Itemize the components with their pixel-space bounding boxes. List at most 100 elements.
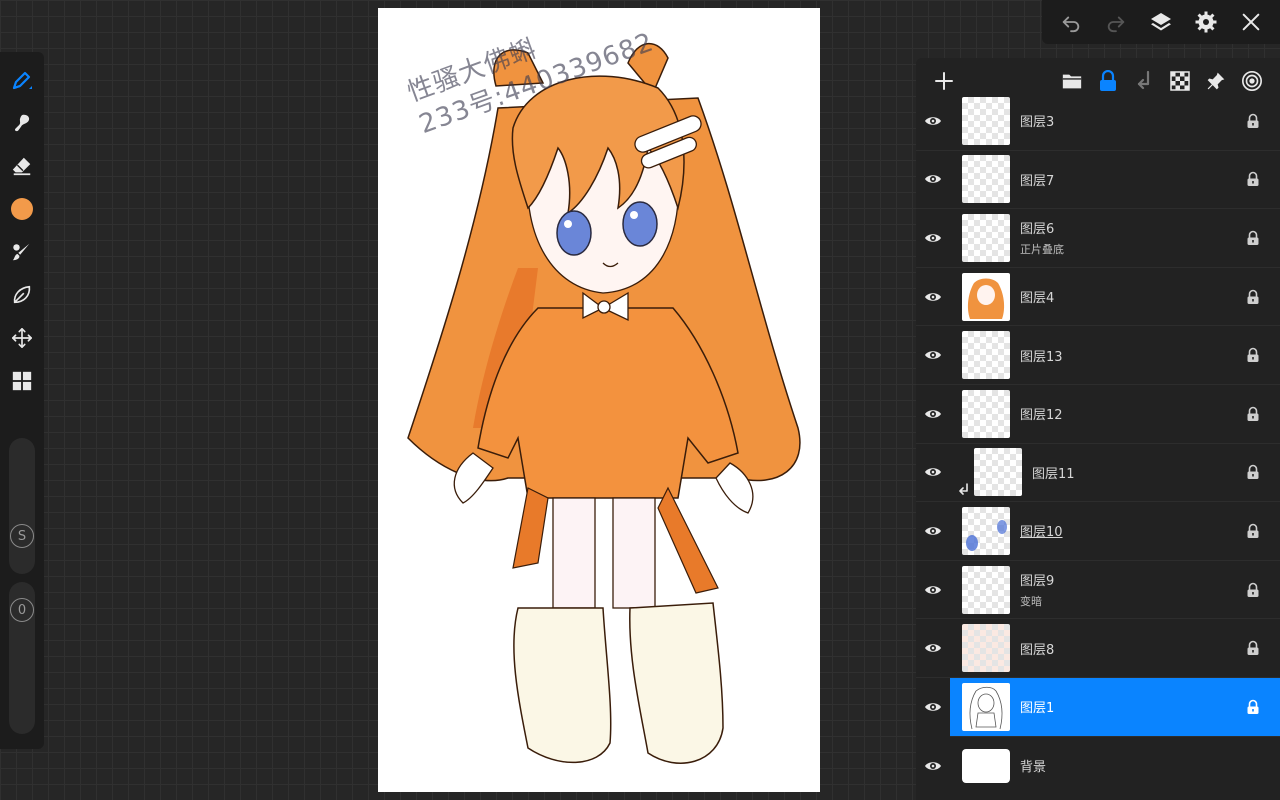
thumbnail-art	[969, 686, 1003, 729]
folder-icon	[1062, 74, 1082, 89]
visibility-toggle[interactable]	[916, 349, 950, 361]
opacity-knob[interactable]: 0	[10, 598, 34, 622]
layer-name: 图层3	[1020, 115, 1055, 131]
thumbnail-art	[966, 519, 1007, 551]
settings-button[interactable]	[1189, 5, 1223, 39]
layer-row[interactable]: 图层1	[916, 677, 1280, 737]
eye-icon	[925, 351, 941, 359]
visibility-toggle[interactable]	[916, 291, 950, 303]
layer-name: 图层7	[1020, 173, 1055, 189]
brush-library-tool[interactable]	[6, 236, 38, 268]
layer-thumbnail	[962, 624, 1010, 673]
smudge-icon	[14, 114, 30, 132]
layers-button[interactable]	[1144, 5, 1178, 39]
lock-icon[interactable]	[1246, 523, 1260, 538]
visibility-toggle[interactable]	[916, 677, 950, 736]
close-button[interactable]	[1234, 5, 1268, 39]
lock-icon[interactable]	[1246, 347, 1260, 363]
visibility-toggle[interactable]	[916, 466, 950, 478]
eye-icon	[925, 117, 941, 125]
visibility-toggle[interactable]	[916, 642, 950, 654]
undo-button[interactable]	[1054, 5, 1088, 39]
brush-library-icon	[12, 243, 30, 261]
visibility-toggle[interactable]	[916, 408, 950, 420]
layer-row[interactable]: 图层7	[916, 151, 1280, 210]
layer-row[interactable]: 图层3	[916, 92, 1280, 151]
eye-icon	[925, 234, 941, 242]
layer-thumbnail	[962, 565, 1010, 614]
layer-thumbnail	[962, 213, 1010, 262]
layer-row[interactable]: 图层6 正片叠底	[916, 209, 1280, 268]
transparency-icon	[1170, 71, 1190, 91]
layer-name: 图层13	[1020, 349, 1063, 365]
layer-list: 图层3 图层7 图层6 正片叠底 图层4 图层13 图层12 图层11 图层10…	[916, 92, 1280, 795]
redo-button[interactable]	[1099, 5, 1133, 39]
visibility-toggle[interactable]	[916, 525, 950, 537]
layer-name: 图层12	[1020, 408, 1063, 424]
lock-icon[interactable]	[1246, 230, 1260, 245]
adjust-icon	[12, 371, 32, 391]
layer-name: 图层4	[1020, 291, 1055, 307]
redo-icon	[1107, 16, 1125, 33]
smudge-tool[interactable]	[6, 107, 38, 139]
eraser-tool[interactable]	[6, 150, 38, 182]
layer-row[interactable]: 图层10	[916, 502, 1280, 561]
brush-size-slider[interactable]	[9, 438, 35, 574]
layer-thumbnail	[962, 331, 1010, 380]
pen-icon	[12, 71, 32, 90]
layer-row[interactable]: 图层8	[916, 619, 1280, 678]
transform-icon	[12, 328, 32, 348]
eraser-icon	[12, 157, 31, 176]
add-layer-icon	[935, 72, 953, 90]
layer-name: 图层9	[1020, 574, 1055, 590]
layer-row[interactable]: 图层13	[916, 326, 1280, 385]
eye-icon	[925, 762, 941, 770]
adjust-tool[interactable]	[6, 365, 38, 397]
settings-icon	[1195, 11, 1217, 33]
eye-icon	[925, 410, 941, 418]
transform-tool[interactable]	[6, 322, 38, 354]
color-picker[interactable]	[6, 193, 38, 225]
lasso-icon	[13, 285, 31, 304]
target-icon	[1242, 71, 1262, 91]
pen-tool[interactable]	[6, 64, 38, 96]
layer-thumbnail	[962, 506, 1010, 555]
layer-row[interactable]: 图层4	[916, 268, 1280, 327]
layer-row[interactable]: 图层12	[916, 385, 1280, 444]
layer-thumbnail	[962, 96, 1010, 145]
layer-row[interactable]: 图层9 变暗	[916, 561, 1280, 620]
lock-icon[interactable]	[1246, 113, 1260, 128]
visibility-toggle[interactable]	[916, 760, 950, 772]
layer-thumbnail	[962, 389, 1010, 438]
visibility-toggle[interactable]	[916, 115, 950, 127]
layers-panel: 图层3 图层7 图层6 正片叠底 图层4 图层13 图层12 图层11 图层10…	[916, 58, 1280, 800]
lock-icon[interactable]	[1246, 640, 1260, 656]
lasso-tool[interactable]	[6, 279, 38, 311]
lock-icon	[1100, 70, 1116, 91]
top-toolbar	[1042, 0, 1280, 44]
layer-name: 图层1	[1020, 701, 1055, 717]
layer-name: 图层8	[1020, 642, 1055, 658]
eye-icon	[925, 527, 941, 535]
lock-icon[interactable]	[1246, 582, 1260, 597]
lock-icon[interactable]	[1246, 699, 1260, 714]
color-swatch	[11, 198, 33, 220]
blend-mode: 正片叠底	[1020, 243, 1064, 257]
lock-icon[interactable]	[1246, 406, 1260, 421]
eye-icon	[925, 702, 941, 711]
visibility-toggle[interactable]	[916, 232, 950, 244]
layer-row-background[interactable]: 背景	[916, 737, 1280, 796]
visibility-toggle[interactable]	[916, 173, 950, 185]
layer-row[interactable]: 图层11	[916, 444, 1280, 503]
merge-down-icon	[1137, 70, 1150, 90]
layer-thumbnail	[962, 272, 1010, 321]
lock-icon[interactable]	[1246, 465, 1260, 480]
brush-size-knob[interactable]: S	[10, 524, 34, 548]
lock-icon[interactable]	[1246, 289, 1260, 304]
eye-icon	[925, 644, 941, 652]
visibility-toggle[interactable]	[916, 584, 950, 596]
drawing-canvas[interactable]: 性骚大佛蝌 233号:440339682	[378, 8, 820, 792]
size-label: S	[17, 528, 27, 544]
eye-icon	[925, 468, 941, 477]
lock-icon[interactable]	[1246, 172, 1260, 187]
